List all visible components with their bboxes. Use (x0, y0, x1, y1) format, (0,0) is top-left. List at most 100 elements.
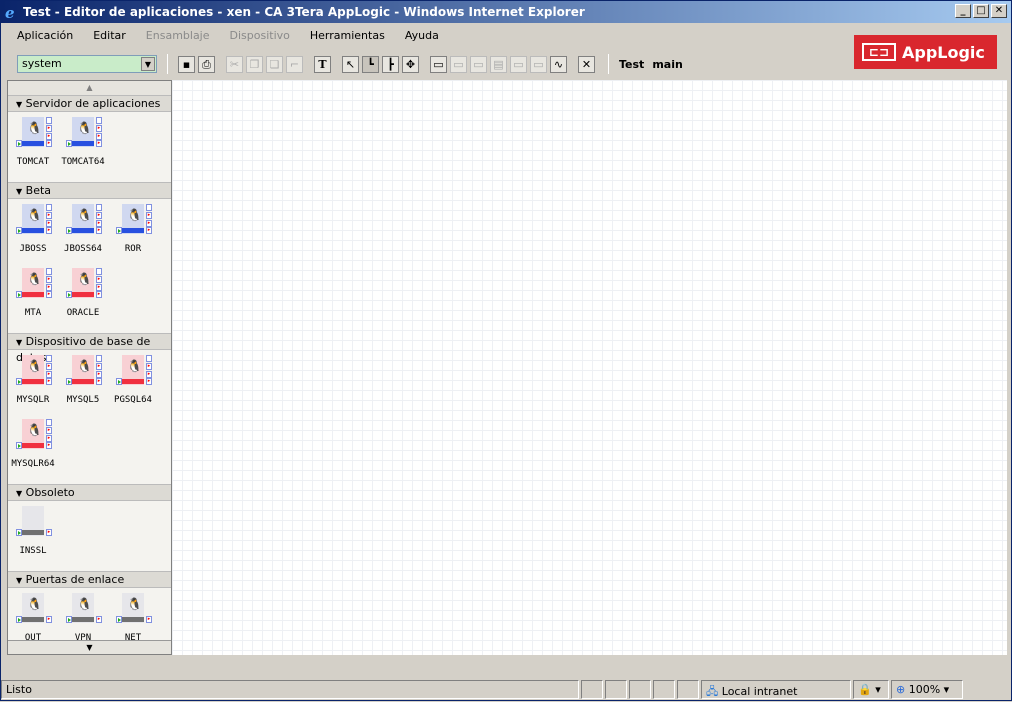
select-icon[interactable]: ▭ (510, 55, 527, 73)
copy-icon[interactable]: ❐ (246, 55, 263, 73)
palette-component[interactable]: 🐧 ▸ ▸ ▸ ROR (108, 201, 158, 265)
zoom-icon: ⊕ (896, 683, 906, 696)
zone-text: Local intranet (721, 685, 798, 698)
component-label: PGSQL64 (114, 395, 152, 405)
menu-ayuda[interactable]: Ayuda (395, 25, 449, 46)
editor-canvas[interactable] (172, 80, 1007, 655)
window-icon[interactable]: ▭ (430, 55, 447, 73)
palette-component[interactable]: 🐧 ▸ ▸ ▸ MYSQLR64 (8, 416, 58, 480)
linux-component-icon: 🐧 ▸ ▸ ▸ (66, 268, 102, 300)
menu-bar: Aplicación Editar Ensamblaje Dispositivo… (7, 25, 449, 46)
component-palette: ▲ ▼ Servidor de aplicaciones 🐧 ▸ ▸ ▸ TOMCAT 🐧 ▸… (7, 80, 172, 655)
chevron-down-icon[interactable]: ▼ (141, 57, 155, 71)
menu-ensamblaje[interactable]: Ensamblaje (136, 25, 220, 46)
palette-component[interactable]: ▸ INSSL (8, 503, 58, 567)
move-tool-icon[interactable]: ✥ (402, 55, 419, 73)
palette-items: 🐧 ▸ ▸ ▸ JBOSS 🐧 ▸ ▸ ▸ JBOSS64 🐧 ▸ ▸ ▸ ROR 🐧 ▸ ▸ ▸ MTA 🐧 ▸ ▸ ▸ OR… (8, 199, 171, 333)
palette-component[interactable]: 🐧 ▸ ▸ ▸ JBOSS64 (58, 201, 108, 265)
section-title: Puertas de enlace (25, 573, 125, 586)
status-bar: Listo 🖧 Local intranet 🔒 ▾ ⊕ 100% ▾ (1, 679, 1011, 700)
section-title: Servidor de aplicaciones (25, 97, 161, 110)
scroll-up-button[interactable]: ▲ (8, 81, 171, 95)
save-icon[interactable]: ▪ (178, 55, 195, 73)
linux-component-icon: 🐧 ▸ (116, 593, 152, 625)
linux-component-icon: 🐧 ▸ ▸ ▸ (66, 204, 102, 236)
linux-component-icon: 🐧 ▸ ▸ ▸ (16, 117, 52, 149)
palette-component[interactable]: 🐧 ▸ ▸ ▸ PGSQL64 (108, 352, 158, 416)
linux-component-icon: 🐧 ▸ ▸ ▸ (16, 204, 52, 236)
zoom-level: 100% (908, 683, 941, 696)
separator (608, 54, 609, 74)
zoom-button[interactable]: ⊕ 100% ▾ (891, 680, 963, 699)
close-button[interactable]: ✕ (991, 4, 1007, 18)
linux-component-icon: 🐧 ▸ (66, 593, 102, 625)
app-name: Test (619, 57, 645, 71)
title-bar: e Test - Editor de aplicaciones - xen - … (1, 1, 1011, 23)
palette-component[interactable]: 🐧 ▸ ▸ ▸ JBOSS (8, 201, 58, 265)
logo-text: AppLogic (902, 42, 985, 62)
ie-icon: e (5, 4, 15, 22)
palette-section-header[interactable]: ▼ Dispositivo de base de datos (8, 333, 171, 364)
palette-component[interactable]: 🐧 ▸ ▸ ▸ TOMCAT (8, 114, 58, 178)
maximize-button[interactable]: □ (973, 4, 989, 18)
separator (167, 54, 168, 74)
scroll-down-button[interactable]: ▼ (8, 640, 171, 654)
menu-editar[interactable]: Editar (83, 25, 136, 46)
palette-component[interactable]: 🐧 ▸ ▸ ▸ MYSQL5 (58, 352, 108, 416)
paste-icon[interactable]: ❏ (266, 55, 283, 73)
edit-class-icon[interactable]: ▭ (470, 55, 487, 73)
component-label: ORACLE (66, 308, 100, 318)
logo-mark-icon: ⊏⊐ (862, 43, 896, 61)
pointer-tool-icon[interactable]: ↖ (342, 55, 359, 73)
triangle-down-icon: ▼ (16, 100, 23, 109)
triangle-down-icon: ▼ (16, 489, 23, 498)
menu-aplicacion[interactable]: Aplicación (7, 25, 83, 46)
linux-component-icon: ▸ (16, 506, 52, 538)
palette-component[interactable]: 🐧 ▸ ▸ ▸ TOMCAT64 (58, 114, 108, 178)
protected-mode-button[interactable]: 🔒 ▾ (853, 680, 889, 699)
list-icon[interactable]: ▤ (490, 55, 507, 73)
paste-special-icon[interactable]: ⌐ (286, 55, 303, 73)
applogic-logo: ⊏⊐ AppLogic (854, 35, 997, 69)
palette-section-header[interactable]: ▼ Obsoleto (8, 484, 171, 501)
menu-dispositivo[interactable]: Dispositivo (220, 25, 300, 46)
assembly-name: main (652, 57, 683, 71)
linux-component-icon: 🐧 ▸ ▸ ▸ (116, 204, 152, 236)
monitor-icon[interactable]: ∿ (550, 55, 567, 73)
component-label: INSSL (19, 546, 47, 556)
toolbar: system ▼ ▪ ⎙ ✂ ❐ ❏ ⌐ T ↖ ┗ ┣ ✥ ▭ ▭ ▭ ▤ ▭ … (17, 54, 691, 74)
menu-herramientas[interactable]: Herramientas (300, 25, 395, 46)
palette-component[interactable]: 🐧 ▸ ▸ ▸ ORACLE (58, 265, 108, 329)
palette-section-header[interactable]: ▼ Beta (8, 182, 171, 199)
palette-component[interactable]: 🐧 ▸ ▸ ▸ MTA (8, 265, 58, 329)
status-pane (581, 680, 603, 699)
security-icon: 🔒 (858, 683, 872, 696)
status-pane (605, 680, 627, 699)
zone-pane: 🖧 Local intranet (701, 680, 851, 699)
triangle-down-icon: ▼ (16, 576, 23, 585)
palette-section-header[interactable]: ▼ Servidor de aplicaciones (8, 95, 171, 112)
intranet-icon: 🖧 (706, 685, 719, 698)
text-tool-icon[interactable]: T (314, 55, 331, 73)
close-editor-icon[interactable]: ✕ (578, 55, 595, 73)
minimize-button[interactable]: _ (955, 4, 971, 18)
cut-icon[interactable]: ✂ (226, 55, 243, 73)
new-icon[interactable]: ▭ (530, 55, 547, 73)
catalog-select[interactable]: system ▼ (17, 55, 157, 73)
component-label: ROR (124, 244, 142, 254)
palette-items: 🐧 ▸ ▸ ▸ TOMCAT 🐧 ▸ ▸ ▸ TOMCAT64 (8, 112, 171, 182)
component-label: TOMCAT64 (61, 157, 105, 167)
connect-tool-icon[interactable]: ┗ (362, 55, 379, 73)
palette-section-header[interactable]: ▼ Puertas de enlace (8, 571, 171, 588)
palette-component[interactable]: 🐧 ▸ ▸ ▸ MYSQLR (8, 352, 58, 416)
palette-items: ▸ INSSL (8, 501, 171, 571)
properties-icon[interactable]: ▭ (450, 55, 467, 73)
align-tool-icon[interactable]: ┣ (382, 55, 399, 73)
triangle-down-icon: ▼ (16, 187, 23, 196)
print-icon[interactable]: ⎙ (198, 55, 215, 73)
linux-component-icon: 🐧 ▸ ▸ ▸ (66, 117, 102, 149)
triangle-down-icon: ▼ (16, 338, 23, 347)
status-pane (653, 680, 675, 699)
window-title: Test - Editor de aplicaciones - xen - CA… (23, 5, 585, 19)
catalog-select-value: system (22, 57, 62, 70)
